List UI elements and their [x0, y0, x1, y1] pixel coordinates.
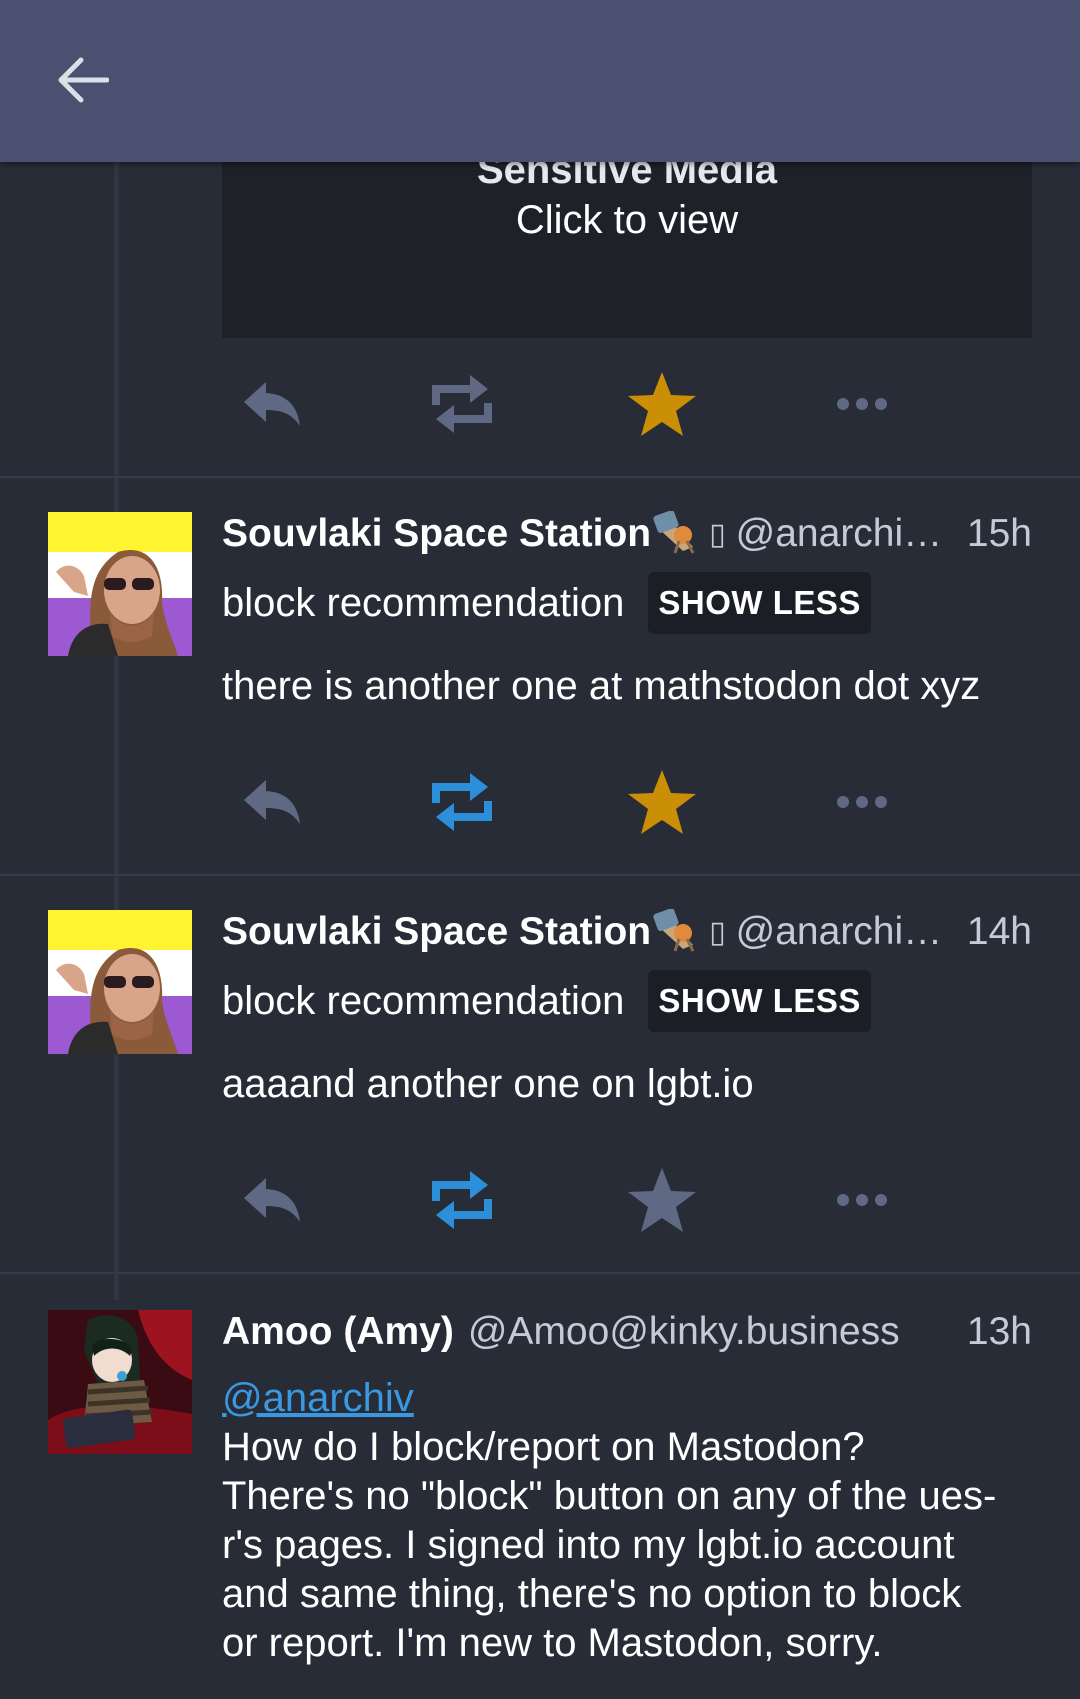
more-dots-icon	[837, 796, 887, 808]
boost-button[interactable]	[412, 364, 512, 444]
display-name[interactable]: Souvlaki Space Station	[222, 512, 651, 556]
more-dots-icon	[837, 1194, 887, 1206]
custom-emoji-icon	[653, 909, 705, 955]
status-item[interactable]: Souvlaki Space Station ▯ @anarchi… 14h b…	[0, 876, 1080, 1274]
boost-icon	[432, 375, 492, 433]
arrow-left-icon	[58, 57, 109, 103]
reply-icon	[244, 1178, 300, 1222]
reply-button[interactable]	[222, 364, 322, 444]
avatar[interactable]	[48, 1310, 192, 1454]
reply-icon	[244, 382, 300, 426]
boost-button[interactable]	[412, 1160, 512, 1240]
display-name[interactable]: Amoo (Amy)	[222, 1310, 454, 1354]
star-icon	[628, 1168, 696, 1232]
reply-icon	[244, 780, 300, 824]
status-content: @anarchiv How do I block/report on Masto…	[222, 1374, 1032, 1668]
more-dots-icon	[837, 398, 887, 410]
status-header: Souvlaki Space Station ▯ @anarchi… 14h	[222, 906, 1032, 958]
favourite-button[interactable]	[612, 762, 712, 842]
spoiler-text: block recommendation	[222, 978, 625, 1023]
top-app-bar	[0, 0, 1080, 162]
reply-button[interactable]	[222, 762, 322, 842]
status-action-bar	[222, 364, 942, 444]
status-item[interactable]: Souvlaki Space Station ▯ @anarchi… 15h b…	[0, 478, 1080, 876]
status-content: there is another one at mathstodon dot x…	[222, 664, 981, 708]
status-header: Amoo (Amy) @Amoo@kinky.business 13h	[222, 1306, 1032, 1358]
content-warning: block recommendation SHOW LESS	[222, 966, 1032, 1036]
missing-glyph-icon: ▯	[709, 915, 726, 949]
show-less-button[interactable]: SHOW LESS	[648, 572, 871, 634]
status-header: Souvlaki Space Station ▯ @anarchi… 15h	[222, 508, 1032, 560]
relative-time[interactable]: 15h	[967, 512, 1032, 556]
more-button[interactable]	[812, 1160, 912, 1240]
content-warning: block recommendation SHOW LESS	[222, 568, 1032, 638]
content-line: There's no "block" button on any of the …	[222, 1474, 997, 1518]
missing-glyph-icon: ▯	[709, 517, 726, 551]
spoiler-text: block recommendation	[222, 580, 625, 625]
star-icon	[628, 770, 696, 834]
back-button[interactable]	[50, 52, 116, 108]
favourite-button[interactable]	[612, 1160, 712, 1240]
more-button[interactable]	[812, 762, 912, 842]
status-item[interactable]: Amoo (Amy) @Amoo@kinky.business 13h @ana…	[0, 1274, 1080, 1699]
mention-link[interactable]: @anarchiv	[222, 1376, 414, 1420]
boost-icon	[432, 1171, 492, 1229]
content-line: r's pages. I signed into my lgbt.io acco…	[222, 1523, 955, 1567]
content-line: How do I block/report on Mastodon?	[222, 1425, 865, 1469]
star-icon	[628, 372, 696, 436]
account-handle[interactable]: @anarchi…	[736, 910, 953, 954]
reply-button[interactable]	[222, 1160, 322, 1240]
more-button[interactable]	[812, 364, 912, 444]
avatar[interactable]	[48, 910, 192, 1054]
content-line: or report. I'm new to Mastodon, sorry.	[222, 1621, 883, 1665]
boost-button[interactable]	[412, 762, 512, 842]
content-line: and same thing, there's no option to blo…	[222, 1572, 962, 1616]
account-handle[interactable]: @Amoo@kinky.business	[468, 1310, 953, 1354]
status-content: aaaand another one on lgbt.io	[222, 1062, 754, 1106]
account-handle[interactable]: @anarchi…	[736, 512, 953, 556]
favourite-button[interactable]	[612, 364, 712, 444]
sensitive-media-click-to-view: Click to view	[515, 198, 739, 242]
status-action-bar	[222, 1160, 942, 1240]
show-less-button[interactable]: SHOW LESS	[648, 970, 871, 1032]
avatar[interactable]	[48, 512, 192, 656]
display-name[interactable]: Souvlaki Space Station	[222, 910, 651, 954]
relative-time[interactable]: 14h	[967, 910, 1032, 954]
status-action-bar	[222, 762, 942, 842]
relative-time[interactable]: 13h	[967, 1310, 1032, 1354]
custom-emoji-icon	[653, 511, 705, 557]
boost-icon	[432, 773, 492, 831]
